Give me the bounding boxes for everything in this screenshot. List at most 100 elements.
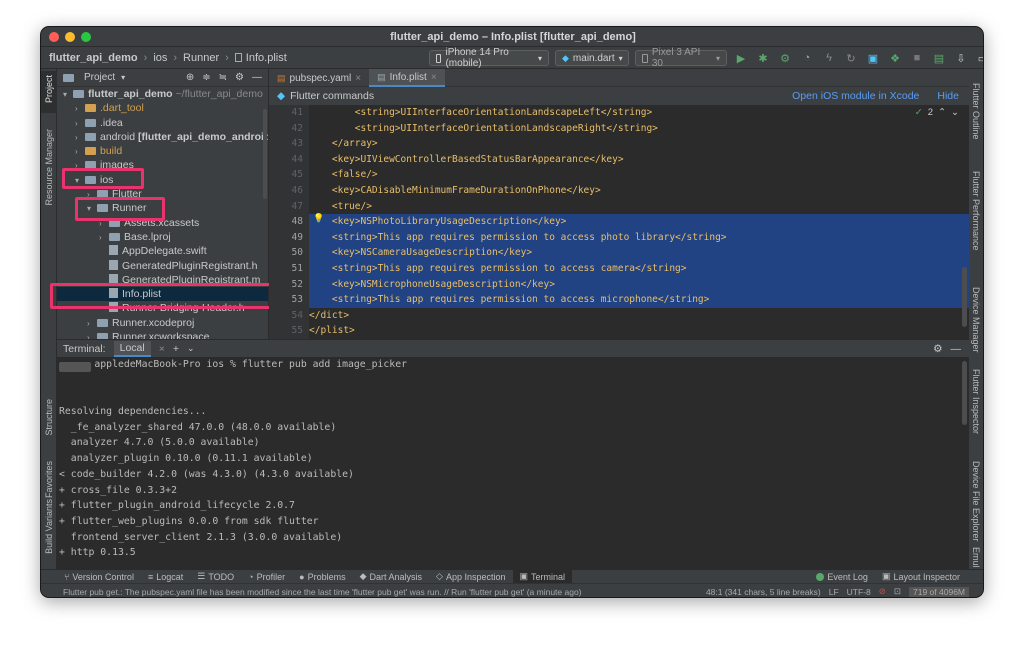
lightbulb-icon[interactable]: 💡 xyxy=(313,214,324,224)
hide-banner-link[interactable]: Hide xyxy=(937,90,959,102)
expand-all-icon[interactable]: ≒ xyxy=(219,72,227,83)
file-encoding[interactable]: UTF-8 xyxy=(847,587,871,597)
hide-panel-icon[interactable]: — xyxy=(951,343,962,355)
chevron-right-icon[interactable]: › xyxy=(75,145,85,159)
status-message[interactable]: Flutter pub get.: The pubspec.yaml file … xyxy=(63,587,582,597)
bottom-tool-app-inspection[interactable]: ◇ App Inspection xyxy=(429,570,512,584)
close-icon[interactable]: × xyxy=(159,343,165,355)
tree-item[interactable]: GeneratedPluginRegistrant.h xyxy=(57,259,268,273)
chevron-right-icon[interactable]: › xyxy=(75,117,85,131)
flutter-performance-tool[interactable]: Flutter Performance xyxy=(971,171,981,251)
code-editor[interactable]: ✓ 2 ⌃ ⌄ <string>UIInterfaceOrientationLa… xyxy=(309,105,969,339)
breadcrumb-ios[interactable]: ios xyxy=(153,52,167,64)
project-view-selector[interactable]: Project xyxy=(84,72,115,83)
terminal-scrollbar[interactable] xyxy=(962,361,967,425)
bottom-tool-terminal[interactable]: ▣ Terminal xyxy=(512,569,573,584)
collapse-all-icon[interactable]: ≑ xyxy=(202,72,210,83)
run-config-selector[interactable]: ◆ main.dart ▾ xyxy=(555,50,629,66)
tree-item[interactable]: › Base.lproj xyxy=(57,230,268,244)
chevron-right-icon[interactable]: › xyxy=(75,102,85,116)
locate-icon[interactable]: ⊕ xyxy=(186,72,194,83)
device-manager-icon[interactable]: ▤ xyxy=(931,50,947,66)
code-line-text: <key>CADisableMinimumFrameDurationOnPhon… xyxy=(309,184,601,196)
tab-info-plist[interactable]: ▤ Info.plist × xyxy=(369,69,445,87)
tree-item[interactable]: › Runner.xcworkspace xyxy=(57,330,268,339)
close-icon[interactable]: × xyxy=(355,73,361,84)
tree-item[interactable]: › build xyxy=(57,144,268,158)
editor-scrollbar[interactable] xyxy=(962,267,967,327)
sdk-manager-icon[interactable]: ⇩ xyxy=(953,50,969,66)
tab-pubspec[interactable]: ▤ pubspec.yaml × xyxy=(269,69,369,87)
build-variants-tool[interactable]: Build Variants xyxy=(44,499,54,554)
chevron-right-icon[interactable]: › xyxy=(87,317,97,331)
emulator-tool[interactable]: Emul xyxy=(971,547,981,568)
terminal-tab-local[interactable]: Local xyxy=(113,340,151,357)
device-manager-tool[interactable]: Device Manager xyxy=(971,287,981,353)
add-tab-icon[interactable]: + xyxy=(173,343,179,355)
chevron-down-icon[interactable]: ▾ xyxy=(63,88,73,102)
flutter-inspector-icon[interactable]: ▣ xyxy=(865,50,881,66)
chevron-up-icon[interactable]: ⌃ xyxy=(938,107,946,118)
favorites-tool[interactable]: Favorites xyxy=(44,461,54,498)
flutter-devtools-icon[interactable]: ❖ xyxy=(887,50,903,66)
layout-icon[interactable]: ▭ xyxy=(975,50,983,66)
attach-icon[interactable]: ⚙ xyxy=(777,50,793,66)
stop-icon[interactable]: ■ xyxy=(909,50,925,66)
project-tool-tab[interactable]: Project xyxy=(41,71,57,113)
hide-panel-icon[interactable]: — xyxy=(252,72,262,83)
resource-manager-tool[interactable]: Resource Manager xyxy=(44,129,54,206)
hot-reload-icon[interactable]: ϟ xyxy=(821,50,837,66)
gear-icon[interactable]: ⚙ xyxy=(933,343,942,355)
caret-position[interactable]: 48:1 (341 chars, 5 line breaks) xyxy=(706,587,821,597)
tree-item[interactable]: › Runner.xcodeproj xyxy=(57,316,268,330)
close-icon[interactable]: × xyxy=(431,72,437,83)
project-scrollbar[interactable] xyxy=(263,109,267,199)
structure-tool[interactable]: Structure xyxy=(44,399,54,436)
tree-item[interactable]: AppDelegate.swift xyxy=(57,244,268,258)
inspection-widget[interactable]: ✓ 2 ⌃ ⌄ xyxy=(915,107,959,118)
bottom-tool-problems[interactable]: ● Problems xyxy=(292,570,352,584)
debug-icon[interactable]: ✱ xyxy=(755,50,771,66)
chevron-right-icon[interactable]: › xyxy=(87,331,97,339)
terminal-output[interactable]: appledeMacBook-Pro ios % flutter pub add… xyxy=(57,357,969,569)
tree-item[interactable]: › .idea xyxy=(57,116,268,130)
hot-restart-icon[interactable]: ↻ xyxy=(843,50,859,66)
minimize-window-button[interactable] xyxy=(65,32,75,42)
gear-icon[interactable]: ⚙ xyxy=(235,72,244,83)
chevron-down-icon[interactable]: ⌄ xyxy=(951,107,959,118)
breadcrumb-file[interactable]: Info.plist xyxy=(246,52,287,64)
profile-icon[interactable]: ◔ xyxy=(799,50,815,66)
device-selector[interactable]: iPhone 14 Pro (mobile) ▾ xyxy=(429,47,549,69)
bottom-tool-label: App Inspection xyxy=(445,571,506,582)
bottom-tool-profiler[interactable]: ◔ Profiler xyxy=(241,570,292,584)
breadcrumb-runner[interactable]: Runner xyxy=(183,52,219,64)
terminal-line: appledeMacBook-Pro ios % flutter pub add… xyxy=(59,359,407,370)
bottom-tool-logcat[interactable]: ≡ Logcat xyxy=(141,570,190,584)
chevron-down-icon[interactable]: ⌄ xyxy=(187,343,195,354)
chevron-right-icon[interactable]: › xyxy=(75,131,85,145)
flutter-outline-tool[interactable]: Flutter Outline xyxy=(971,83,981,140)
memory-indicator[interactable]: 719 of 4096M xyxy=(909,586,969,597)
bottom-tool-version-control[interactable]: ⑂ Version Control xyxy=(57,570,141,584)
breadcrumb-project[interactable]: flutter_api_demo xyxy=(49,52,138,64)
bottom-tool-todo[interactable]: ☰ TODO xyxy=(190,570,241,584)
bottom-tool-dart-analysis[interactable]: ◆ Dart Analysis xyxy=(353,570,429,584)
tree-item[interactable]: ▾ flutter_api_demo ~/flutter_api_demo xyxy=(57,87,268,101)
close-window-button[interactable] xyxy=(49,32,59,42)
open-ios-module-link[interactable]: Open iOS module in Xcode xyxy=(792,90,919,102)
tree-item[interactable]: › android [flutter_api_demo_android] xyxy=(57,130,268,144)
layout-inspector-tool[interactable]: ▣ Layout Inspector xyxy=(875,570,967,584)
flutter-inspector-tool[interactable]: Flutter Inspector xyxy=(971,369,981,434)
terminal-line: _fe_analyzer_shared 47.0.0 (48.0.0 avail… xyxy=(59,421,337,433)
chevron-down-icon[interactable]: ▾ xyxy=(121,73,125,82)
event-log-tool[interactable]: Event Log xyxy=(809,570,875,584)
zoom-window-button[interactable] xyxy=(81,32,91,42)
run-icon[interactable]: ▶ xyxy=(733,50,749,66)
emulator-selector[interactable]: Pixel 3 API 30 ▾ xyxy=(635,47,727,69)
no-entry-icon[interactable]: ⊘ xyxy=(879,586,886,597)
lock-icon[interactable]: ⊡ xyxy=(894,586,901,597)
tree-item[interactable]: › .dart_tool xyxy=(57,101,268,115)
device-file-explorer-tool[interactable]: Device File Explorer xyxy=(971,461,981,542)
chevron-right-icon[interactable]: › xyxy=(99,231,109,245)
line-separator[interactable]: LF xyxy=(829,587,839,597)
